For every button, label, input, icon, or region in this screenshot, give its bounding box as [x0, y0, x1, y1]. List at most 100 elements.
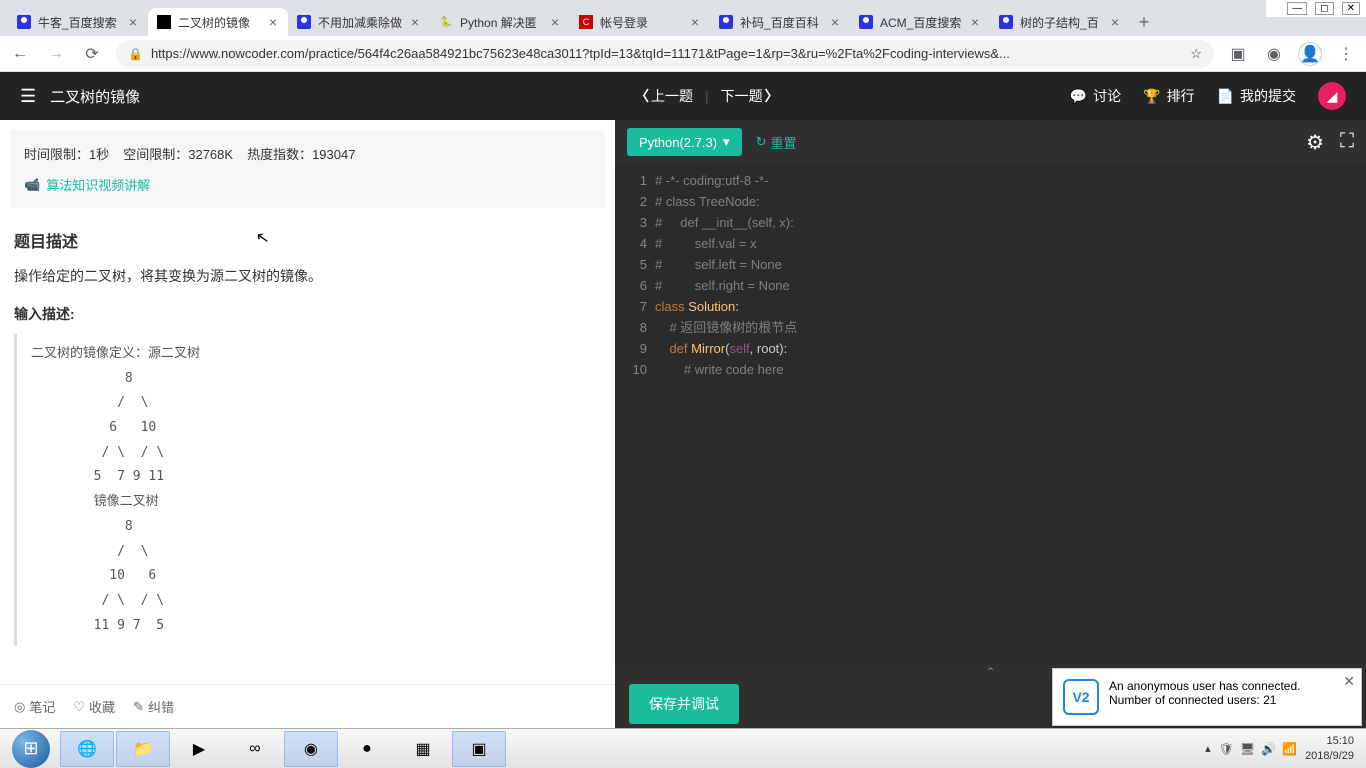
taskbar-clock[interactable]: 15:10 2018/9/29	[1305, 734, 1354, 763]
browser-tab[interactable]: 不用加减乘除做 ×	[288, 8, 430, 36]
tray-volume-icon[interactable]: 🔊	[1261, 742, 1276, 756]
input-heading: 输入描述:	[14, 304, 601, 324]
code-content[interactable]: # -*- coding:utf-8 -*-# class TreeNode:#…	[655, 164, 1366, 664]
minimize-button[interactable]: —	[1287, 2, 1307, 15]
url-input[interactable]: 🔒 https://www.nowcoder.com/practice/564f…	[116, 40, 1214, 68]
tray-icon[interactable]: 🖥	[1240, 742, 1255, 756]
editor-panel: 〈上一题 | 下一题〉 💬 讨论 🏆 排行 📄 我的提交 ◢ Python(2.…	[615, 72, 1366, 728]
tab-close-icon[interactable]: ×	[126, 15, 140, 29]
page-content: ☰ 二叉树的镜像 时间限制：1秒 空间限制：32768K 热度指数：193047…	[0, 72, 1366, 728]
tab-title: ACM_百度搜索	[880, 14, 962, 31]
browser-tab[interactable]: 补码_百度百科 ×	[710, 8, 850, 36]
tab-close-icon[interactable]: ×	[688, 15, 702, 29]
taskbar-ie[interactable]: 🌐	[60, 731, 114, 767]
profile-icon[interactable]: 👤	[1298, 42, 1322, 66]
taskbar-app3[interactable]: ▦	[396, 731, 450, 767]
tab-close-icon[interactable]: ×	[408, 15, 422, 29]
window-controls: — ◻ ✕	[1266, 0, 1366, 18]
browser-tab[interactable]: 二叉树的镜像 ×	[148, 8, 288, 36]
language-select[interactable]: Python(2.7.3)▾	[627, 128, 742, 156]
discuss-button[interactable]: 💬 讨论	[1070, 86, 1121, 106]
input-description: 二叉树的镜像定义：源二叉树 8 / \ 6 10 / \ / \ 5 7 9 1…	[14, 334, 601, 646]
star-icon[interactable]: ☆	[1190, 46, 1202, 62]
taskbar-explorer[interactable]: 📁	[116, 731, 170, 767]
url-text: https://www.nowcoder.com/practice/564f4c…	[151, 46, 1182, 61]
menu-icon[interactable]: ☰	[20, 86, 36, 107]
tab-title: 不用加减乘除做	[318, 14, 402, 31]
browser-tab[interactable]: 树的子结构_百 ×	[990, 8, 1130, 36]
problem-footer: ◎ 笔记 ♡ 收藏 ✎ 纠错	[0, 684, 615, 728]
menu-icon[interactable]: ⋮	[1334, 42, 1358, 66]
tab-close-icon[interactable]: ×	[828, 15, 842, 29]
tab-title: 帐号登录	[600, 14, 682, 31]
tab-favicon	[718, 14, 734, 30]
tab-title: 二叉树的镜像	[178, 14, 260, 31]
tray-arrow-icon[interactable]: ▴	[1205, 742, 1211, 755]
report-error-button[interactable]: ✎ 纠错	[133, 697, 174, 716]
line-numbers: 12345678910	[615, 164, 655, 664]
tab-title: 牛客_百度搜索	[38, 14, 120, 31]
user-avatar[interactable]: ◢	[1318, 82, 1346, 110]
tab-close-icon[interactable]: ×	[968, 15, 982, 29]
close-window-button[interactable]: ✕	[1342, 2, 1360, 15]
reload-button[interactable]: ⟳	[80, 42, 104, 66]
tab-favicon	[156, 14, 172, 30]
reset-button[interactable]: ↻ 重置	[756, 133, 797, 152]
close-notification-button[interactable]: ✕	[1343, 673, 1355, 690]
tab-title: 树的子结构_百	[1020, 14, 1102, 31]
new-tab-button[interactable]: +	[1130, 8, 1158, 36]
tab-close-icon[interactable]: ×	[266, 15, 280, 29]
taskbar-chrome[interactable]: ◉	[284, 731, 338, 767]
tab-title: 补码_百度百科	[740, 14, 822, 31]
extension-icon-2[interactable]: ◉	[1262, 42, 1286, 66]
browser-tab[interactable]: C 帐号登录 ×	[570, 8, 710, 36]
taskbar-app1[interactable]: ∞	[228, 731, 282, 767]
back-button[interactable]: ←	[8, 42, 32, 66]
problem-info: 时间限制：1秒 空间限制：32768K 热度指数：193047 📹 算法知识视频…	[10, 130, 605, 208]
taskbar-media[interactable]: ▶	[172, 731, 226, 767]
browser-tab[interactable]: 牛客_百度搜索 ×	[8, 8, 148, 36]
settings-icon[interactable]: ⚙	[1306, 130, 1324, 155]
tab-favicon	[998, 14, 1014, 30]
problem-header: ☰ 二叉树的镜像	[0, 72, 615, 120]
space-limit: 空间限制：32768K	[123, 144, 233, 163]
taskbar-pycharm[interactable]: ▣	[452, 731, 506, 767]
fullscreen-icon[interactable]: ⛶	[1340, 130, 1354, 155]
prev-problem-button[interactable]: 〈上一题	[635, 86, 693, 106]
forward-button[interactable]: →	[44, 42, 68, 66]
rank-button[interactable]: 🏆 排行	[1143, 86, 1194, 106]
start-button[interactable]: ⊞	[4, 731, 58, 767]
browser-tab[interactable]: 🐍 Python 解决匿 ×	[430, 8, 570, 36]
tab-close-icon[interactable]: ×	[548, 15, 562, 29]
save-debug-button[interactable]: 保存并调试	[629, 684, 739, 724]
taskbar-app2[interactable]: ●	[340, 731, 394, 767]
note-button[interactable]: ◎ 笔记	[14, 697, 55, 716]
tab-favicon	[16, 14, 32, 30]
notification-line2: Number of connected users: 21	[1109, 693, 1300, 707]
tab-close-icon[interactable]: ×	[1108, 15, 1122, 29]
video-link[interactable]: 📹 算法知识视频讲解	[24, 175, 591, 194]
my-submissions-button[interactable]: 📄 我的提交	[1217, 86, 1296, 106]
code-editor[interactable]: 12345678910 # -*- coding:utf-8 -*-# clas…	[615, 164, 1366, 664]
editor-header: 〈上一题 | 下一题〉 💬 讨论 🏆 排行 📄 我的提交 ◢	[615, 72, 1366, 120]
tab-favicon	[858, 14, 874, 30]
maximize-button[interactable]: ◻	[1315, 2, 1333, 15]
notification-line1: An anonymous user has connected.	[1109, 679, 1300, 693]
address-bar: ← → ⟳ 🔒 https://www.nowcoder.com/practic…	[0, 36, 1366, 72]
system-tray[interactable]: 🛡 🖥 🔊 📶	[1219, 742, 1297, 756]
tab-favicon: 🐍	[438, 14, 454, 30]
description-text: 操作给定的二叉树，将其变换为源二叉树的镜像。	[14, 266, 601, 286]
tray-network-icon[interactable]: 📶	[1282, 742, 1297, 756]
problem-title: 二叉树的镜像	[50, 86, 140, 107]
chevron-down-icon: ▾	[723, 134, 730, 150]
tab-favicon: C	[578, 14, 594, 30]
favorite-button[interactable]: ♡ 收藏	[73, 697, 115, 716]
problem-body[interactable]: 时间限制：1秒 空间限制：32768K 热度指数：193047 📹 算法知识视频…	[0, 120, 615, 684]
browser-tab[interactable]: ACM_百度搜索 ×	[850, 8, 990, 36]
tray-icon[interactable]: 🛡	[1219, 742, 1234, 756]
tab-title: Python 解决匿	[460, 14, 542, 31]
description-heading: 题目描述	[14, 228, 601, 252]
extension-icon[interactable]: ▣	[1226, 42, 1250, 66]
video-icon: 📹	[24, 177, 40, 193]
next-problem-button[interactable]: 下一题〉	[721, 86, 779, 106]
